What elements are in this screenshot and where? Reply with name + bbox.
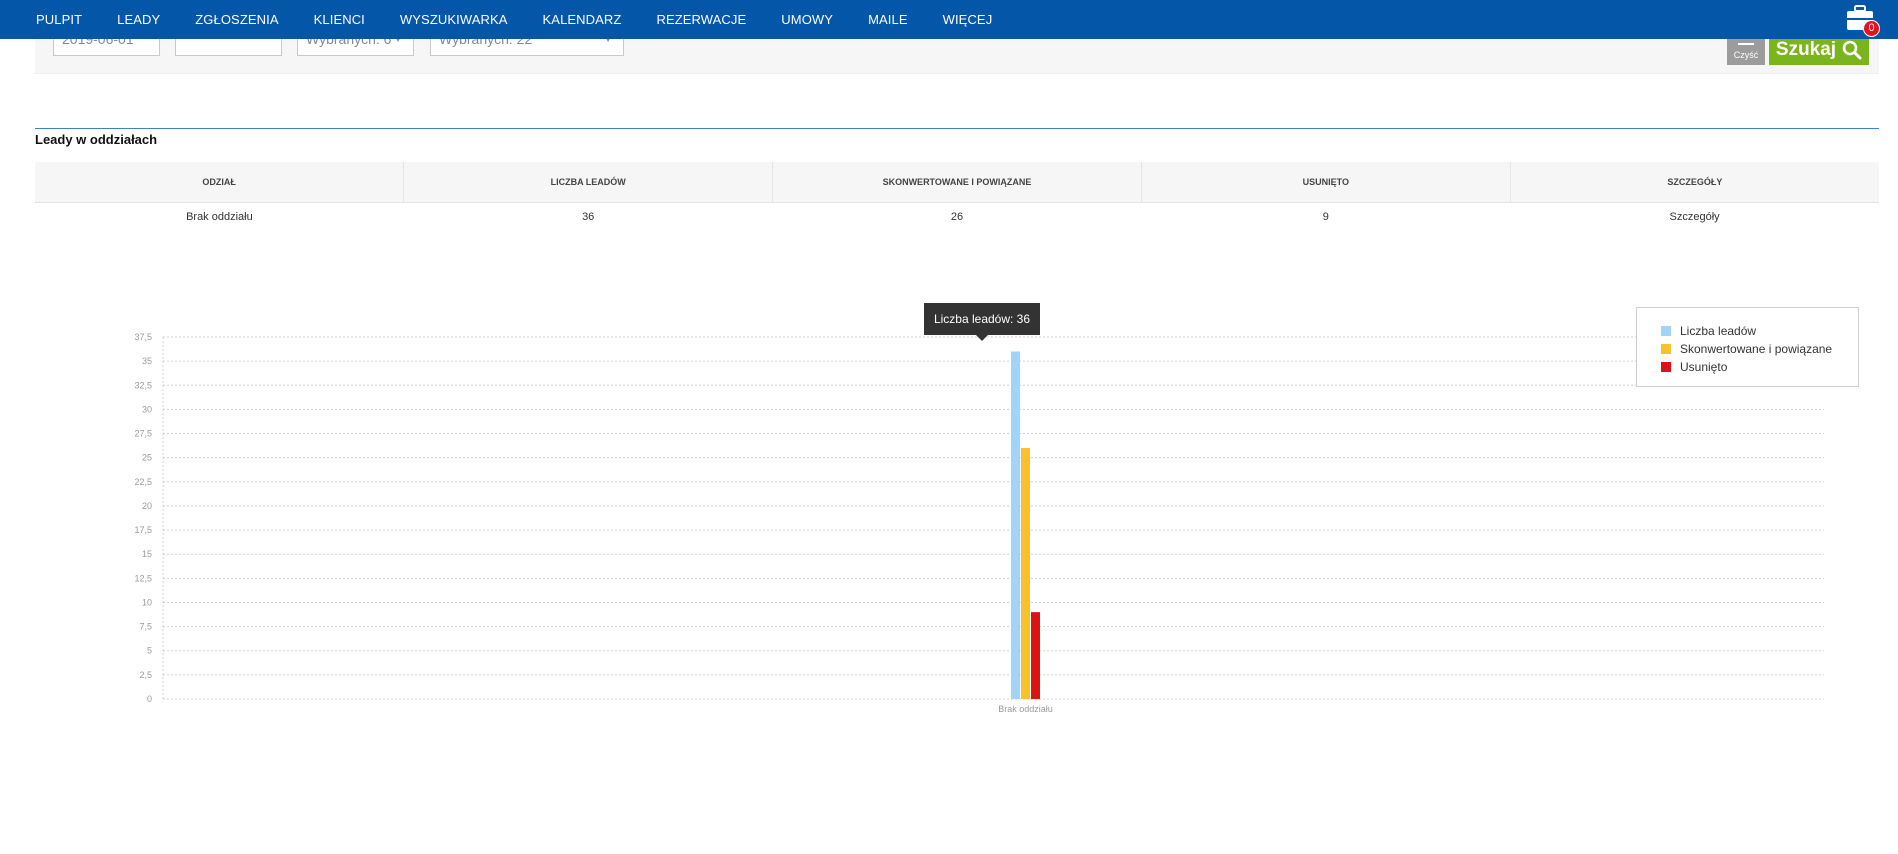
section-title: Leady w oddziałach <box>35 132 158 147</box>
chart-tooltip: Liczba leadów: 36 <box>924 303 1040 341</box>
legend-swatch <box>1661 344 1671 354</box>
nav-item-więcej[interactable]: WIĘCEJ <box>943 12 993 27</box>
legend-swatch <box>1661 362 1671 372</box>
y-tick-label: 10 <box>142 597 152 607</box>
legend-label: Liczba leadów <box>1680 324 1757 338</box>
y-tick-label: 27,5 <box>134 429 152 439</box>
y-tick-label: 30 <box>142 404 152 414</box>
cart-button[interactable]: 0 <box>1844 3 1880 37</box>
y-tick-label: 22,5 <box>134 477 152 487</box>
y-tick-label: 2,5 <box>139 670 152 680</box>
legend-item[interactable]: Liczba leadów <box>1661 322 1858 340</box>
table-cell: 36 <box>582 211 595 224</box>
branches-table: ODZIAŁ LICZBA LEADÓW SKONWERTOWANE I POWIĄ… <box>35 162 1879 232</box>
table-header-row: ODZIAŁ LICZBA LEADÓW SKONWERTOWANE I POWIĄ… <box>35 162 1879 203</box>
y-tick-label: 0 <box>147 694 152 704</box>
table-body: Brak oddziału 36 26 9 Szczegóły <box>35 202 1879 232</box>
column-header[interactable]: SZCZEGÓŁY <box>1509 162 1879 203</box>
nav-item-leady[interactable]: LEADY <box>117 12 160 27</box>
nav-item-klienci[interactable]: KLIENCI <box>314 12 365 27</box>
leads-chart: 0 2,5 5 7,5 10 12,5 15 17,5 20 22,5 25 27,5 30 32,5 35… <box>0 290 1898 730</box>
nav-item-zgłoszenia[interactable]: ZGŁOSZENIA <box>195 12 278 27</box>
cart-count-badge: 0 <box>1863 20 1880 37</box>
y-tick-label: 32,5 <box>134 380 152 390</box>
bar-0[interactable] <box>1011 351 1020 699</box>
y-tick-label: 17,5 <box>134 525 152 535</box>
clear-icon <box>1738 43 1754 45</box>
search-button-label: Szukaj <box>1775 38 1837 60</box>
nav-item-rezerwacje[interactable]: REZERWACJE <box>656 12 746 27</box>
nav-item-umowy[interactable]: UMOWY <box>781 12 833 27</box>
column-header[interactable]: ODZIAŁ <box>35 162 404 203</box>
section-divider <box>35 128 1879 129</box>
y-tick-label: 37,5 <box>134 332 152 342</box>
details-link[interactable]: Szczegóły <box>1510 202 1879 232</box>
bar-2[interactable] <box>1031 612 1040 699</box>
nav-item-kalendarz[interactable]: KALENDARZ <box>543 12 622 27</box>
column-header[interactable]: SKONWERTOWANE I POWIĄZANE <box>772 162 1142 203</box>
chart-legend: Liczba leadów Skonwertowane i powiązane Us… <box>1636 307 1859 387</box>
nav-item-pulpit[interactable]: PULPIT <box>36 12 82 27</box>
y-tick-label: 5 <box>147 646 152 656</box>
y-tick-label: 15 <box>142 549 152 559</box>
table-cell: 26 <box>950 211 964 224</box>
nav-items: PULPIT LEADY ZGŁOSZENIA KLIENCI WYSZUKIWARKA… <box>36 0 1027 39</box>
y-tick-label: 7,5 <box>139 622 152 632</box>
legend-swatch <box>1661 326 1671 336</box>
legend-item[interactable]: Skonwertowane i powiązane <box>1661 340 1858 358</box>
x-tick-label: Brak oddziału <box>998 704 1053 714</box>
table-cell: 9 <box>1322 211 1329 224</box>
table-cell: Brak oddziału <box>186 211 253 224</box>
y-tick-label: 25 <box>142 453 152 463</box>
legend-item[interactable]: Usunięto <box>1661 358 1858 376</box>
chart-svg: 0 2,5 5 7,5 10 12,5 15 17,5 20 22,5 25 27,5 30 32,5 35… <box>134 332 1824 714</box>
clear-button-label: Czyść <box>1733 50 1759 60</box>
y-tick-label: 20 <box>142 501 152 511</box>
top-navigation: PULPIT LEADY ZGŁOSZENIA KLIENCI WYSZUKIWARKA… <box>0 0 1898 39</box>
bar-1[interactable] <box>1021 448 1030 699</box>
legend-label: Usunięto <box>1680 360 1728 374</box>
search-icon <box>1842 40 1862 59</box>
table-row: Brak oddziału 36 26 9 Szczegóły <box>35 202 1879 232</box>
y-tick-label: 12,5 <box>134 573 152 583</box>
y-tick-label: 35 <box>142 356 152 366</box>
legend-label: Skonwertowane i powiązane <box>1680 342 1833 356</box>
nav-item-wyszukiwarka[interactable]: WYSZUKIWARKA <box>400 12 508 27</box>
column-header[interactable]: USUNIĘTO <box>1140 162 1511 203</box>
column-header[interactable]: LICZBA LEADÓW <box>403 162 773 203</box>
nav-item-maile[interactable]: MAILE <box>868 12 908 27</box>
